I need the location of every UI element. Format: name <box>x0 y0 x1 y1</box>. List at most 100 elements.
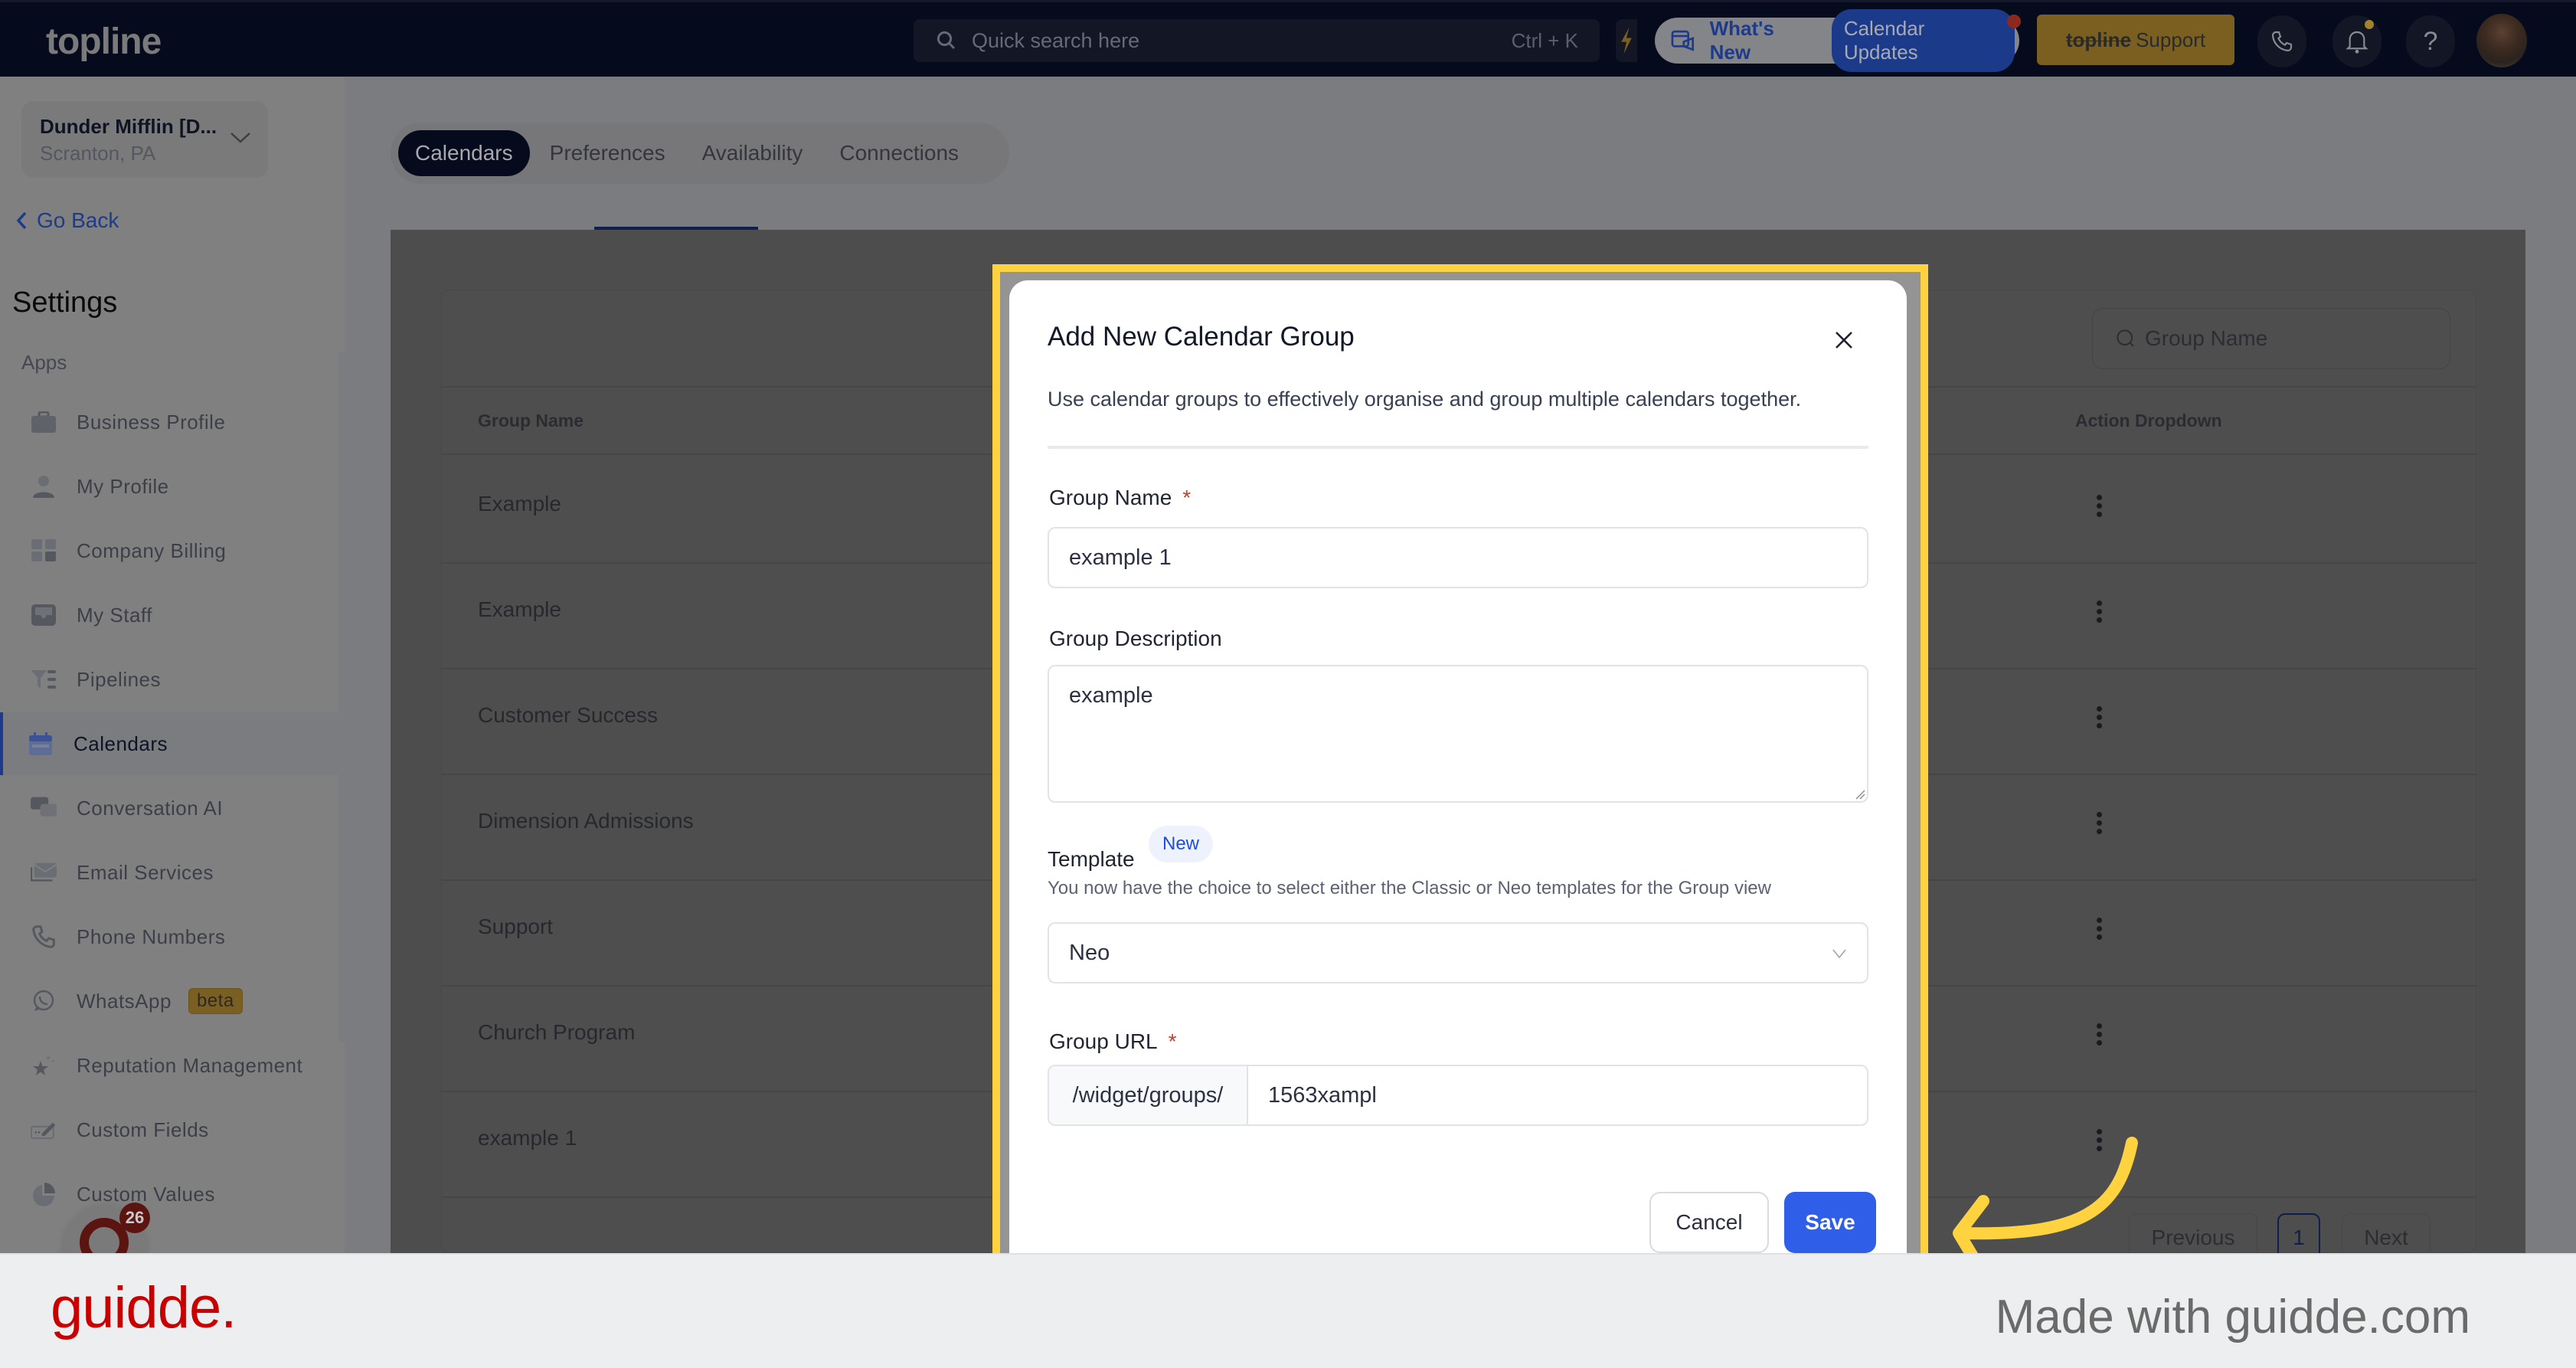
sidebar-item-label: Phone Numbers <box>77 925 226 948</box>
tab-calendars[interactable]: Calendars <box>398 130 530 176</box>
sidebar-item-label: Business Profile <box>77 410 226 434</box>
row-action-menu-icon[interactable] <box>2095 1023 2103 1048</box>
template-select[interactable]: Neo <box>1048 922 1868 983</box>
bell-icon <box>2346 31 2368 54</box>
sidebar-scrollbar[interactable] <box>338 352 345 1042</box>
support-label: Support <box>2136 28 2206 51</box>
sidebar-item-pipelines[interactable]: Pipelines <box>0 648 338 711</box>
sidebar-item-phone-numbers[interactable]: Phone Numbers <box>0 905 338 968</box>
group-url-input[interactable]: 1563xampl <box>1248 1066 1377 1124</box>
search-placeholder: Quick search here <box>972 28 1140 52</box>
sidebar: Dunder Mifflin [D... Scranton, PA Go Bac… <box>0 77 345 1253</box>
beta-badge: beta <box>188 988 243 1014</box>
sidebar-item-conversation-ai[interactable]: Conversation AI <box>0 777 338 839</box>
guidde-logo: guidde. <box>51 1275 237 1340</box>
sidebar-item-label: Reputation Management <box>77 1053 303 1077</box>
url-prefix: /widget/groups/ <box>1049 1066 1248 1124</box>
help-icon: ? <box>2423 26 2438 56</box>
search-icon <box>2117 329 2134 347</box>
pie-icon <box>31 1181 57 1207</box>
sidebar-item-label: My Profile <box>77 474 169 498</box>
calendar-updates-pill[interactable]: Calendar Updates <box>1831 9 2015 72</box>
group-name-search-input[interactable]: Group Name <box>2092 308 2450 369</box>
close-icon[interactable] <box>1832 328 1856 352</box>
sidebar-item-label: Calendars <box>74 731 168 755</box>
sidebar-item-label: WhatsApp <box>77 989 172 1013</box>
table-row-group-name[interactable]: Customer Success <box>478 703 658 728</box>
modal-divider <box>1048 446 1868 449</box>
sidebar-item-my-staff[interactable]: My Staff <box>0 584 338 646</box>
search-shortcut: Ctrl + K <box>1511 28 1578 52</box>
table-row-group-name[interactable]: Church Program <box>478 1020 635 1045</box>
column-header-group-name[interactable]: Group Name <box>478 411 584 431</box>
account-switcher[interactable]: Dunder Mifflin [D... Scranton, PA <box>21 101 268 178</box>
user-avatar[interactable] <box>2476 14 2527 67</box>
quick-actions-button[interactable] <box>1616 19 1637 62</box>
app-logo[interactable]: topline <box>46 21 162 63</box>
phone-icon <box>2271 31 2293 52</box>
help-button[interactable]: ? <box>2406 15 2455 67</box>
sidebar-item-label: Conversation AI <box>77 796 224 820</box>
row-action-menu-icon[interactable] <box>2095 706 2103 731</box>
template-label: Template <box>1048 847 1135 871</box>
top-navbar: topline Quick search here Ctrl + K What'… <box>0 0 2576 77</box>
quick-search-input[interactable]: Quick search here Ctrl + K <box>914 19 1600 62</box>
row-action-menu-icon[interactable] <box>2095 495 2103 519</box>
row-action-menu-icon[interactable] <box>2095 918 2103 942</box>
notification-dot <box>2007 15 2021 28</box>
sidebar-item-label: Custom Values <box>77 1182 215 1206</box>
phone-button[interactable] <box>2257 15 2306 67</box>
group-url-field: /widget/groups/ 1563xampl <box>1048 1065 1868 1126</box>
new-badge: New <box>1149 826 1214 862</box>
label-text: Group URL <box>1049 1029 1158 1053</box>
group-name-label: Group Name * <box>1049 486 1191 510</box>
settings-title: Settings <box>12 286 118 319</box>
inbox-icon <box>31 602 57 628</box>
sidebar-item-label: Company Billing <box>77 538 227 562</box>
resize-handle-icon[interactable] <box>1855 789 1865 800</box>
group-description-textarea[interactable]: example <box>1048 665 1868 803</box>
sidebar-item-label: My Staff <box>77 603 152 627</box>
table-row-group-name[interactable]: Support <box>478 915 553 939</box>
sidebar-item-my-profile[interactable]: My Profile <box>0 455 338 518</box>
row-action-menu-icon[interactable] <box>2095 812 2103 836</box>
column-header-action-dropdown: Action Dropdown <box>2075 411 2222 430</box>
search-icon <box>937 31 956 50</box>
sidebar-item-whatsapp[interactable]: WhatsApp beta <box>0 970 338 1033</box>
whats-new-button[interactable]: What's New Calendar Updates <box>1655 9 2021 72</box>
chat-unread-badge: 26 <box>119 1203 150 1233</box>
notifications-button[interactable] <box>2332 15 2381 67</box>
sidebar-item-company-billing[interactable]: Company Billing <box>0 519 338 582</box>
required-asterisk: * <box>1168 1029 1177 1053</box>
sidebar-item-label: Custom Fields <box>77 1118 209 1141</box>
sidebar-item-reputation-management[interactable]: Reputation Management <box>0 1034 338 1097</box>
table-row-group-name[interactable]: example 1 <box>478 1126 577 1150</box>
sidebar-item-custom-fields[interactable]: Custom Fields <box>0 1098 338 1161</box>
tab-connections[interactable]: Connections <box>822 130 976 176</box>
table-row-group-name[interactable]: Dimension Admissions <box>478 809 694 833</box>
sidebar-item-label: Email Services <box>77 860 214 884</box>
support-brand: topline <box>2065 28 2132 51</box>
sidebar-item-custom-values[interactable]: Custom Values <box>0 1163 338 1226</box>
guidde-footer: guidde. Made with guidde.com <box>0 1253 2576 1368</box>
save-button[interactable]: Save <box>1784 1192 1876 1253</box>
whats-new-label: What's New <box>1709 17 1774 64</box>
chevron-left-icon <box>16 211 27 230</box>
briefcase-icon <box>31 409 57 435</box>
group-name-input[interactable]: example 1 <box>1048 527 1868 588</box>
sidebar-item-calendars[interactable]: Calendars <box>0 712 338 775</box>
support-button[interactable]: topline Support <box>2037 15 2234 65</box>
cancel-button[interactable]: Cancel <box>1649 1192 1769 1253</box>
chevron-down-icon <box>230 133 250 143</box>
tab-preferences[interactable]: Preferences <box>533 130 682 176</box>
go-back-link[interactable]: Go Back <box>15 208 119 233</box>
description-text: example <box>1069 683 1153 708</box>
sidebar-item-business-profile[interactable]: Business Profile <box>0 391 338 453</box>
table-row-group-name[interactable]: Example <box>478 492 561 516</box>
search-placeholder: Group Name <box>2145 326 2268 350</box>
tab-availability[interactable]: Availability <box>685 130 820 176</box>
sidebar-item-email-services[interactable]: Email Services <box>0 841 338 904</box>
row-action-menu-icon[interactable] <box>2095 601 2103 625</box>
table-row-group-name[interactable]: Example <box>478 597 561 622</box>
template-hint: You now have the choice to select either… <box>1048 878 1771 898</box>
